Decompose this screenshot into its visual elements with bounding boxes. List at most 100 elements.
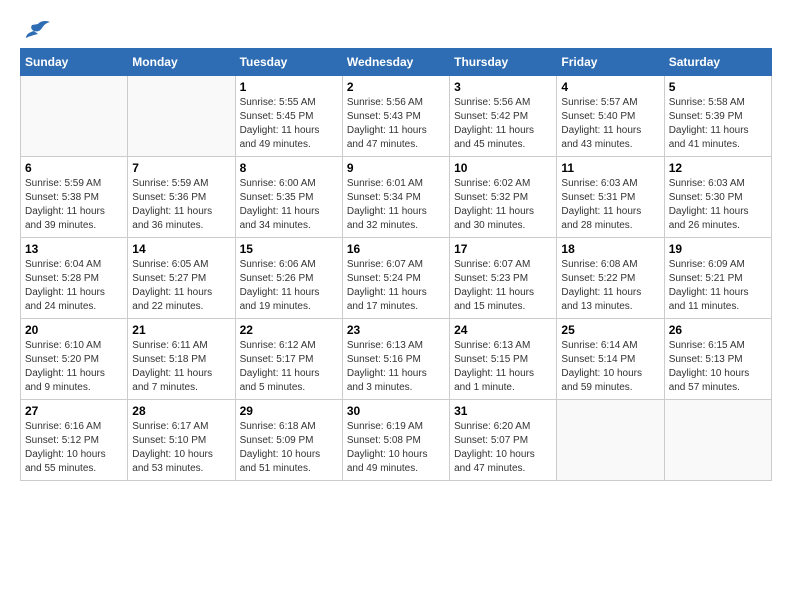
calendar-table: SundayMondayTuesdayWednesdayThursdayFrid…	[20, 48, 772, 481]
day-number: 11	[561, 161, 659, 175]
calendar-day-cell: 9Sunrise: 6:01 AMSunset: 5:34 PMDaylight…	[342, 157, 449, 238]
day-info: Sunrise: 6:15 AMSunset: 5:13 PMDaylight:…	[669, 339, 767, 395]
calendar-day-cell: 7 Sunrise: 5:59 AMSunset: 5:36 PMDaylight…	[128, 157, 235, 238]
day-number: 24	[454, 323, 552, 337]
logo-text	[20, 20, 52, 42]
calendar-week-row: 27 Sunrise: 6:16 AMSunset: 5:12 PMDayligh…	[21, 400, 772, 481]
calendar-day-cell: 10 Sunrise: 6:02 AMSunset: 5:32 PMDayligh…	[450, 157, 557, 238]
day-number: 1	[240, 80, 338, 94]
day-number: 28	[132, 404, 230, 418]
day-info: Sunrise: 6:18 AMSunset: 5:09 PMDaylight:…	[240, 420, 338, 476]
weekday-header: Monday	[128, 49, 235, 76]
calendar-day-cell: 18 Sunrise: 6:08 AMSunset: 5:22 PMDayligh…	[557, 238, 664, 319]
calendar-day-cell: 19 Sunrise: 6:09 AMSunset: 5:21 PMDayligh…	[664, 238, 771, 319]
day-info: Sunrise: 5:59 AMSunset: 5:38 PMDaylight:…	[25, 177, 123, 233]
day-info: Sunrise: 5:58 AMSunset: 5:39 PMDaylight:…	[669, 96, 767, 152]
day-info: Sunrise: 6:09 AMSunset: 5:21 PMDaylight:…	[669, 258, 767, 314]
day-number: 30	[347, 404, 445, 418]
day-number: 22	[240, 323, 338, 337]
calendar-day-cell: 27 Sunrise: 6:16 AMSunset: 5:12 PMDayligh…	[21, 400, 128, 481]
day-number: 18	[561, 242, 659, 256]
day-info: Sunrise: 6:03 AMSunset: 5:30 PMDaylight:…	[669, 177, 767, 233]
calendar-week-row: 1 Sunrise: 5:55 AMSunset: 5:45 PMDaylight…	[21, 76, 772, 157]
day-info: Sunrise: 6:11 AMSunset: 5:18 PMDaylight:…	[132, 339, 230, 395]
calendar-day-cell: 4Sunrise: 5:57 AMSunset: 5:40 PMDaylight…	[557, 76, 664, 157]
calendar-day-cell	[664, 400, 771, 481]
day-info: Sunrise: 6:04 AMSunset: 5:28 PMDaylight:…	[25, 258, 123, 314]
day-number: 31	[454, 404, 552, 418]
calendar-week-row: 20 Sunrise: 6:10 AMSunset: 5:20 PMDayligh…	[21, 319, 772, 400]
calendar-day-cell: 8Sunrise: 6:00 AMSunset: 5:35 PMDaylight…	[235, 157, 342, 238]
weekday-header: Tuesday	[235, 49, 342, 76]
day-info: Sunrise: 6:02 AMSunset: 5:32 PMDaylight:…	[454, 177, 552, 233]
weekday-header: Wednesday	[342, 49, 449, 76]
calendar-day-cell: 2Sunrise: 5:56 AMSunset: 5:43 PMDaylight…	[342, 76, 449, 157]
calendar-day-cell: 30Sunrise: 6:19 AMSunset: 5:08 PMDayligh…	[342, 400, 449, 481]
calendar-day-cell: 1 Sunrise: 5:55 AMSunset: 5:45 PMDaylight…	[235, 76, 342, 157]
calendar-day-cell: 23Sunrise: 6:13 AMSunset: 5:16 PMDayligh…	[342, 319, 449, 400]
day-info: Sunrise: 5:55 AMSunset: 5:45 PMDaylight:…	[240, 96, 338, 152]
day-number: 20	[25, 323, 123, 337]
day-info: Sunrise: 5:56 AMSunset: 5:42 PMDaylight:…	[454, 96, 552, 152]
day-number: 19	[669, 242, 767, 256]
day-number: 26	[669, 323, 767, 337]
calendar-day-cell: 21 Sunrise: 6:11 AMSunset: 5:18 PMDayligh…	[128, 319, 235, 400]
calendar-header-row: SundayMondayTuesdayWednesdayThursdayFrid…	[21, 49, 772, 76]
calendar-day-cell: 29 Sunrise: 6:18 AMSunset: 5:09 PMDayligh…	[235, 400, 342, 481]
day-number: 17	[454, 242, 552, 256]
calendar-day-cell: 15 Sunrise: 6:06 AMSunset: 5:26 PMDayligh…	[235, 238, 342, 319]
day-number: 5	[669, 80, 767, 94]
day-info: Sunrise: 6:07 AMSunset: 5:23 PMDaylight:…	[454, 258, 552, 314]
day-info: Sunrise: 6:08 AMSunset: 5:22 PMDaylight:…	[561, 258, 659, 314]
logo-bird-icon	[24, 20, 52, 42]
day-number: 10	[454, 161, 552, 175]
calendar-day-cell: 28 Sunrise: 6:17 AMSunset: 5:10 PMDayligh…	[128, 400, 235, 481]
calendar-day-cell: 11 Sunrise: 6:03 AMSunset: 5:31 PMDayligh…	[557, 157, 664, 238]
calendar-day-cell: 6Sunrise: 5:59 AMSunset: 5:38 PMDaylight…	[21, 157, 128, 238]
day-info: Sunrise: 6:06 AMSunset: 5:26 PMDaylight:…	[240, 258, 338, 314]
day-info: Sunrise: 6:14 AMSunset: 5:14 PMDaylight:…	[561, 339, 659, 395]
day-number: 21	[132, 323, 230, 337]
day-number: 2	[347, 80, 445, 94]
calendar-day-cell: 17 Sunrise: 6:07 AMSunset: 5:23 PMDayligh…	[450, 238, 557, 319]
day-number: 8	[240, 161, 338, 175]
day-info: Sunrise: 6:16 AMSunset: 5:12 PMDaylight:…	[25, 420, 123, 476]
calendar-day-cell: 24 Sunrise: 6:13 AMSunset: 5:15 PMDayligh…	[450, 319, 557, 400]
day-number: 25	[561, 323, 659, 337]
calendar-week-row: 13 Sunrise: 6:04 AMSunset: 5:28 PMDayligh…	[21, 238, 772, 319]
day-info: Sunrise: 6:20 AMSunset: 5:07 PMDaylight:…	[454, 420, 552, 476]
calendar-day-cell: 14Sunrise: 6:05 AMSunset: 5:27 PMDayligh…	[128, 238, 235, 319]
day-number: 16	[347, 242, 445, 256]
weekday-header: Sunday	[21, 49, 128, 76]
day-number: 27	[25, 404, 123, 418]
day-info: Sunrise: 6:12 AMSunset: 5:17 PMDaylight:…	[240, 339, 338, 395]
calendar-day-cell: 3 Sunrise: 5:56 AMSunset: 5:42 PMDaylight…	[450, 76, 557, 157]
calendar-day-cell: 13 Sunrise: 6:04 AMSunset: 5:28 PMDayligh…	[21, 238, 128, 319]
day-number: 7	[132, 161, 230, 175]
calendar-day-cell: 20 Sunrise: 6:10 AMSunset: 5:20 PMDayligh…	[21, 319, 128, 400]
day-number: 9	[347, 161, 445, 175]
calendar-day-cell: 25 Sunrise: 6:14 AMSunset: 5:14 PMDayligh…	[557, 319, 664, 400]
weekday-header: Thursday	[450, 49, 557, 76]
day-number: 3	[454, 80, 552, 94]
weekday-header: Friday	[557, 49, 664, 76]
calendar-week-row: 6Sunrise: 5:59 AMSunset: 5:38 PMDaylight…	[21, 157, 772, 238]
day-number: 15	[240, 242, 338, 256]
day-number: 14	[132, 242, 230, 256]
day-info: Sunrise: 6:03 AMSunset: 5:31 PMDaylight:…	[561, 177, 659, 233]
calendar-day-cell	[557, 400, 664, 481]
day-number: 29	[240, 404, 338, 418]
day-info: Sunrise: 5:59 AMSunset: 5:36 PMDaylight:…	[132, 177, 230, 233]
day-info: Sunrise: 6:17 AMSunset: 5:10 PMDaylight:…	[132, 420, 230, 476]
calendar-day-cell	[128, 76, 235, 157]
calendar-day-cell: 16Sunrise: 6:07 AMSunset: 5:24 PMDayligh…	[342, 238, 449, 319]
calendar-day-cell: 26 Sunrise: 6:15 AMSunset: 5:13 PMDayligh…	[664, 319, 771, 400]
day-info: Sunrise: 5:57 AMSunset: 5:40 PMDaylight:…	[561, 96, 659, 152]
calendar-day-cell: 22 Sunrise: 6:12 AMSunset: 5:17 PMDayligh…	[235, 319, 342, 400]
day-info: Sunrise: 6:10 AMSunset: 5:20 PMDaylight:…	[25, 339, 123, 395]
logo	[20, 20, 52, 38]
day-number: 12	[669, 161, 767, 175]
calendar-day-cell: 12 Sunrise: 6:03 AMSunset: 5:30 PMDayligh…	[664, 157, 771, 238]
day-number: 13	[25, 242, 123, 256]
day-info: Sunrise: 6:13 AMSunset: 5:15 PMDaylight:…	[454, 339, 552, 395]
